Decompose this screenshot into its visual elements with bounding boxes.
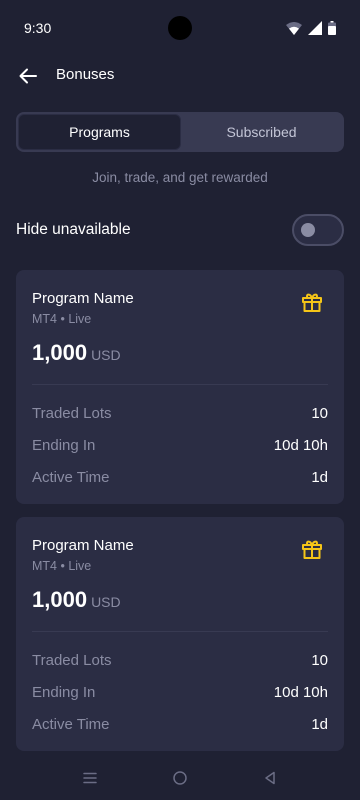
card-divider xyxy=(32,631,328,632)
home-circle-icon xyxy=(173,771,187,785)
stat-row-traded-lots: Traded Lots 10 xyxy=(32,649,328,671)
signal-icon xyxy=(308,21,322,35)
stat-label: Ending In xyxy=(32,683,96,701)
toggle-knob xyxy=(301,223,315,237)
status-icons xyxy=(286,21,336,35)
segmented-tabs: Programs Subscribed xyxy=(16,112,344,152)
page-title: Bonuses xyxy=(56,66,115,83)
system-nav-bar xyxy=(0,756,360,800)
amount-currency: USD xyxy=(91,594,121,610)
stat-value: 1d xyxy=(311,468,328,486)
gift-icon xyxy=(302,540,322,559)
card-divider xyxy=(32,384,328,385)
back-nav-button[interactable] xyxy=(260,768,280,788)
stat-row-ending-in: Ending In 10d 10h xyxy=(32,681,328,703)
amount-currency: USD xyxy=(91,347,121,363)
stat-value: 10d 10h xyxy=(273,683,328,701)
stat-row-active-time: Active Time 1d xyxy=(32,713,328,735)
battery-icon xyxy=(328,21,336,35)
hide-unavailable-label: Hide unavailable xyxy=(16,221,131,238)
program-meta: MT4 • Live xyxy=(32,312,92,326)
tab-subscribed[interactable]: Subscribed xyxy=(181,114,342,150)
menu-icon xyxy=(83,772,97,784)
stat-value: 10d 10h xyxy=(273,436,328,454)
stat-label: Traded Lots xyxy=(32,651,112,669)
stat-label: Traded Lots xyxy=(32,404,112,422)
status-time: 9:30 xyxy=(24,20,52,36)
arrow-left-icon xyxy=(19,68,37,84)
stat-value: 10 xyxy=(311,404,328,422)
page-subtitle: Join, trade, and get rewarded xyxy=(92,170,268,185)
home-button[interactable] xyxy=(170,768,190,788)
stat-row-active-time: Active Time 1d xyxy=(32,466,328,488)
amount-value: 1,000 xyxy=(32,340,88,365)
back-button[interactable] xyxy=(16,64,40,88)
hide-unavailable-row: Hide unavailable xyxy=(16,214,344,246)
wifi-icon xyxy=(286,21,302,35)
triangle-back-icon xyxy=(265,771,275,785)
stat-value: 1d xyxy=(311,715,328,733)
app-header: Bonuses xyxy=(0,56,360,96)
program-name: Program Name xyxy=(32,537,134,554)
program-amount: 1,000 USD xyxy=(32,587,121,613)
gift-icon xyxy=(302,293,322,312)
stat-value: 10 xyxy=(311,651,328,669)
camera-cutout xyxy=(168,16,192,40)
stat-label: Active Time xyxy=(32,715,110,733)
stat-label: Active Time xyxy=(32,468,110,486)
hide-unavailable-toggle[interactable] xyxy=(292,214,344,246)
program-card[interactable]: Program Name MT4 • Live 1,000 USD Traded… xyxy=(16,270,344,504)
recents-button[interactable] xyxy=(80,768,100,788)
program-name: Program Name xyxy=(32,290,134,307)
program-amount: 1,000 USD xyxy=(32,340,121,366)
stat-label: Ending In xyxy=(32,436,96,454)
program-card[interactable]: Program Name MT4 • Live 1,000 USD Traded… xyxy=(16,517,344,751)
amount-value: 1,000 xyxy=(32,587,88,612)
stat-row-traded-lots: Traded Lots 10 xyxy=(32,402,328,424)
program-meta: MT4 • Live xyxy=(32,559,92,573)
tab-programs[interactable]: Programs xyxy=(18,114,181,150)
status-bar: 9:30 xyxy=(0,0,360,56)
stat-row-ending-in: Ending In 10d 10h xyxy=(32,434,328,456)
